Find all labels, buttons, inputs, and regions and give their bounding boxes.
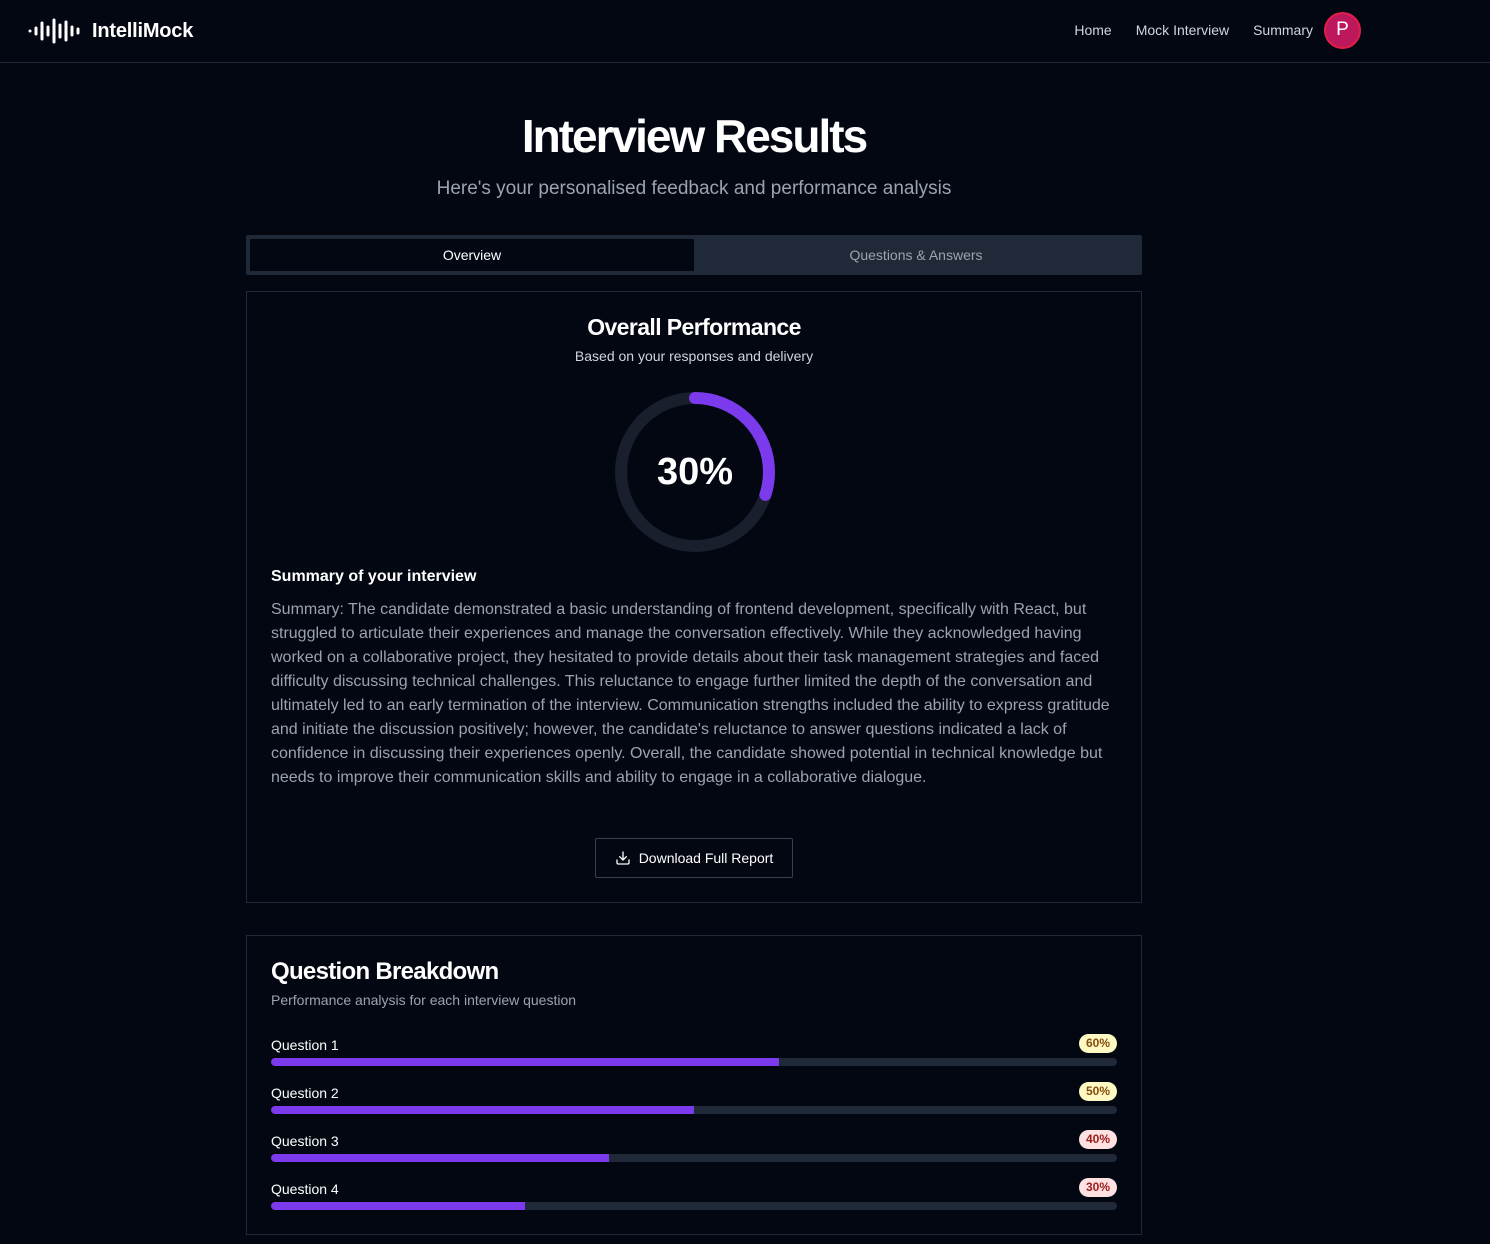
question-label: Question 1	[271, 1037, 339, 1053]
soundwave-icon	[28, 18, 80, 44]
question-progress-fill	[271, 1058, 779, 1066]
navbar: IntelliMock Home Mock Interview Summary …	[0, 0, 1490, 63]
question-score-badge: 60%	[1078, 1034, 1117, 1053]
nav-link-summary[interactable]: Summary	[1253, 22, 1313, 38]
question-row: Question 3 40%	[271, 1130, 1117, 1168]
question-progress-track	[271, 1154, 1117, 1162]
avatar[interactable]: P	[1324, 11, 1361, 49]
download-icon	[616, 851, 630, 865]
page-subtitle: Here's your personalised feedback and pe…	[436, 178, 952, 199]
question-score-badge: 40%	[1078, 1130, 1117, 1149]
question-progress-track	[271, 1058, 1117, 1066]
question-progress-fill	[271, 1154, 610, 1162]
score-ring: 30%	[613, 390, 777, 554]
question-progress-track	[271, 1202, 1117, 1210]
nav-link-mock-interview[interactable]: Mock Interview	[1136, 22, 1229, 38]
question-row: Question 1 60%	[271, 1034, 1117, 1072]
question-progress-fill	[271, 1202, 525, 1210]
tab-overview[interactable]: Overview	[250, 239, 694, 271]
breakdown-title: Question Breakdown	[271, 958, 499, 985]
question-row: Question 2 50%	[271, 1082, 1117, 1120]
results-tabs: Overview Questions & Answers	[246, 235, 1142, 275]
nav-link-home[interactable]: Home	[1074, 22, 1111, 38]
tab-questions-answers[interactable]: Questions & Answers	[694, 239, 1138, 271]
question-progress-fill	[271, 1106, 694, 1114]
question-label: Question 4	[271, 1181, 339, 1197]
breakdown-subtitle: Performance analysis for each interview …	[271, 992, 577, 1008]
brand-logo-link[interactable]: IntelliMock	[28, 16, 193, 46]
nav-links: Home Mock Interview Summary P	[1074, 10, 1361, 50]
score-value: 30%	[656, 450, 734, 493]
overall-performance-title: Overall Performance	[587, 314, 801, 340]
question-label: Question 2	[271, 1085, 339, 1101]
question-row: Question 4 30%	[271, 1178, 1117, 1216]
question-score-badge: 30%	[1078, 1178, 1117, 1197]
summary-text: Summary: The candidate demonstrated a ba…	[271, 601, 1110, 786]
overall-performance-subtitle: Based on your responses and delivery	[574, 348, 814, 364]
download-report-label: Download Full Report	[638, 850, 774, 866]
question-score-badge: 50%	[1078, 1082, 1117, 1101]
download-report-button[interactable]: Download Full Report	[595, 838, 793, 878]
page-title: Interview Results	[521, 110, 868, 162]
question-progress-track	[271, 1106, 1117, 1114]
summary-heading: Summary of your interview	[271, 568, 477, 585]
brand-name: IntelliMock	[92, 19, 194, 42]
question-breakdown-card: Question Breakdown Performance analysis …	[246, 935, 1142, 1235]
question-label: Question 3	[271, 1133, 339, 1149]
overall-performance-card: Overall Performance Based on your respon…	[246, 291, 1142, 903]
